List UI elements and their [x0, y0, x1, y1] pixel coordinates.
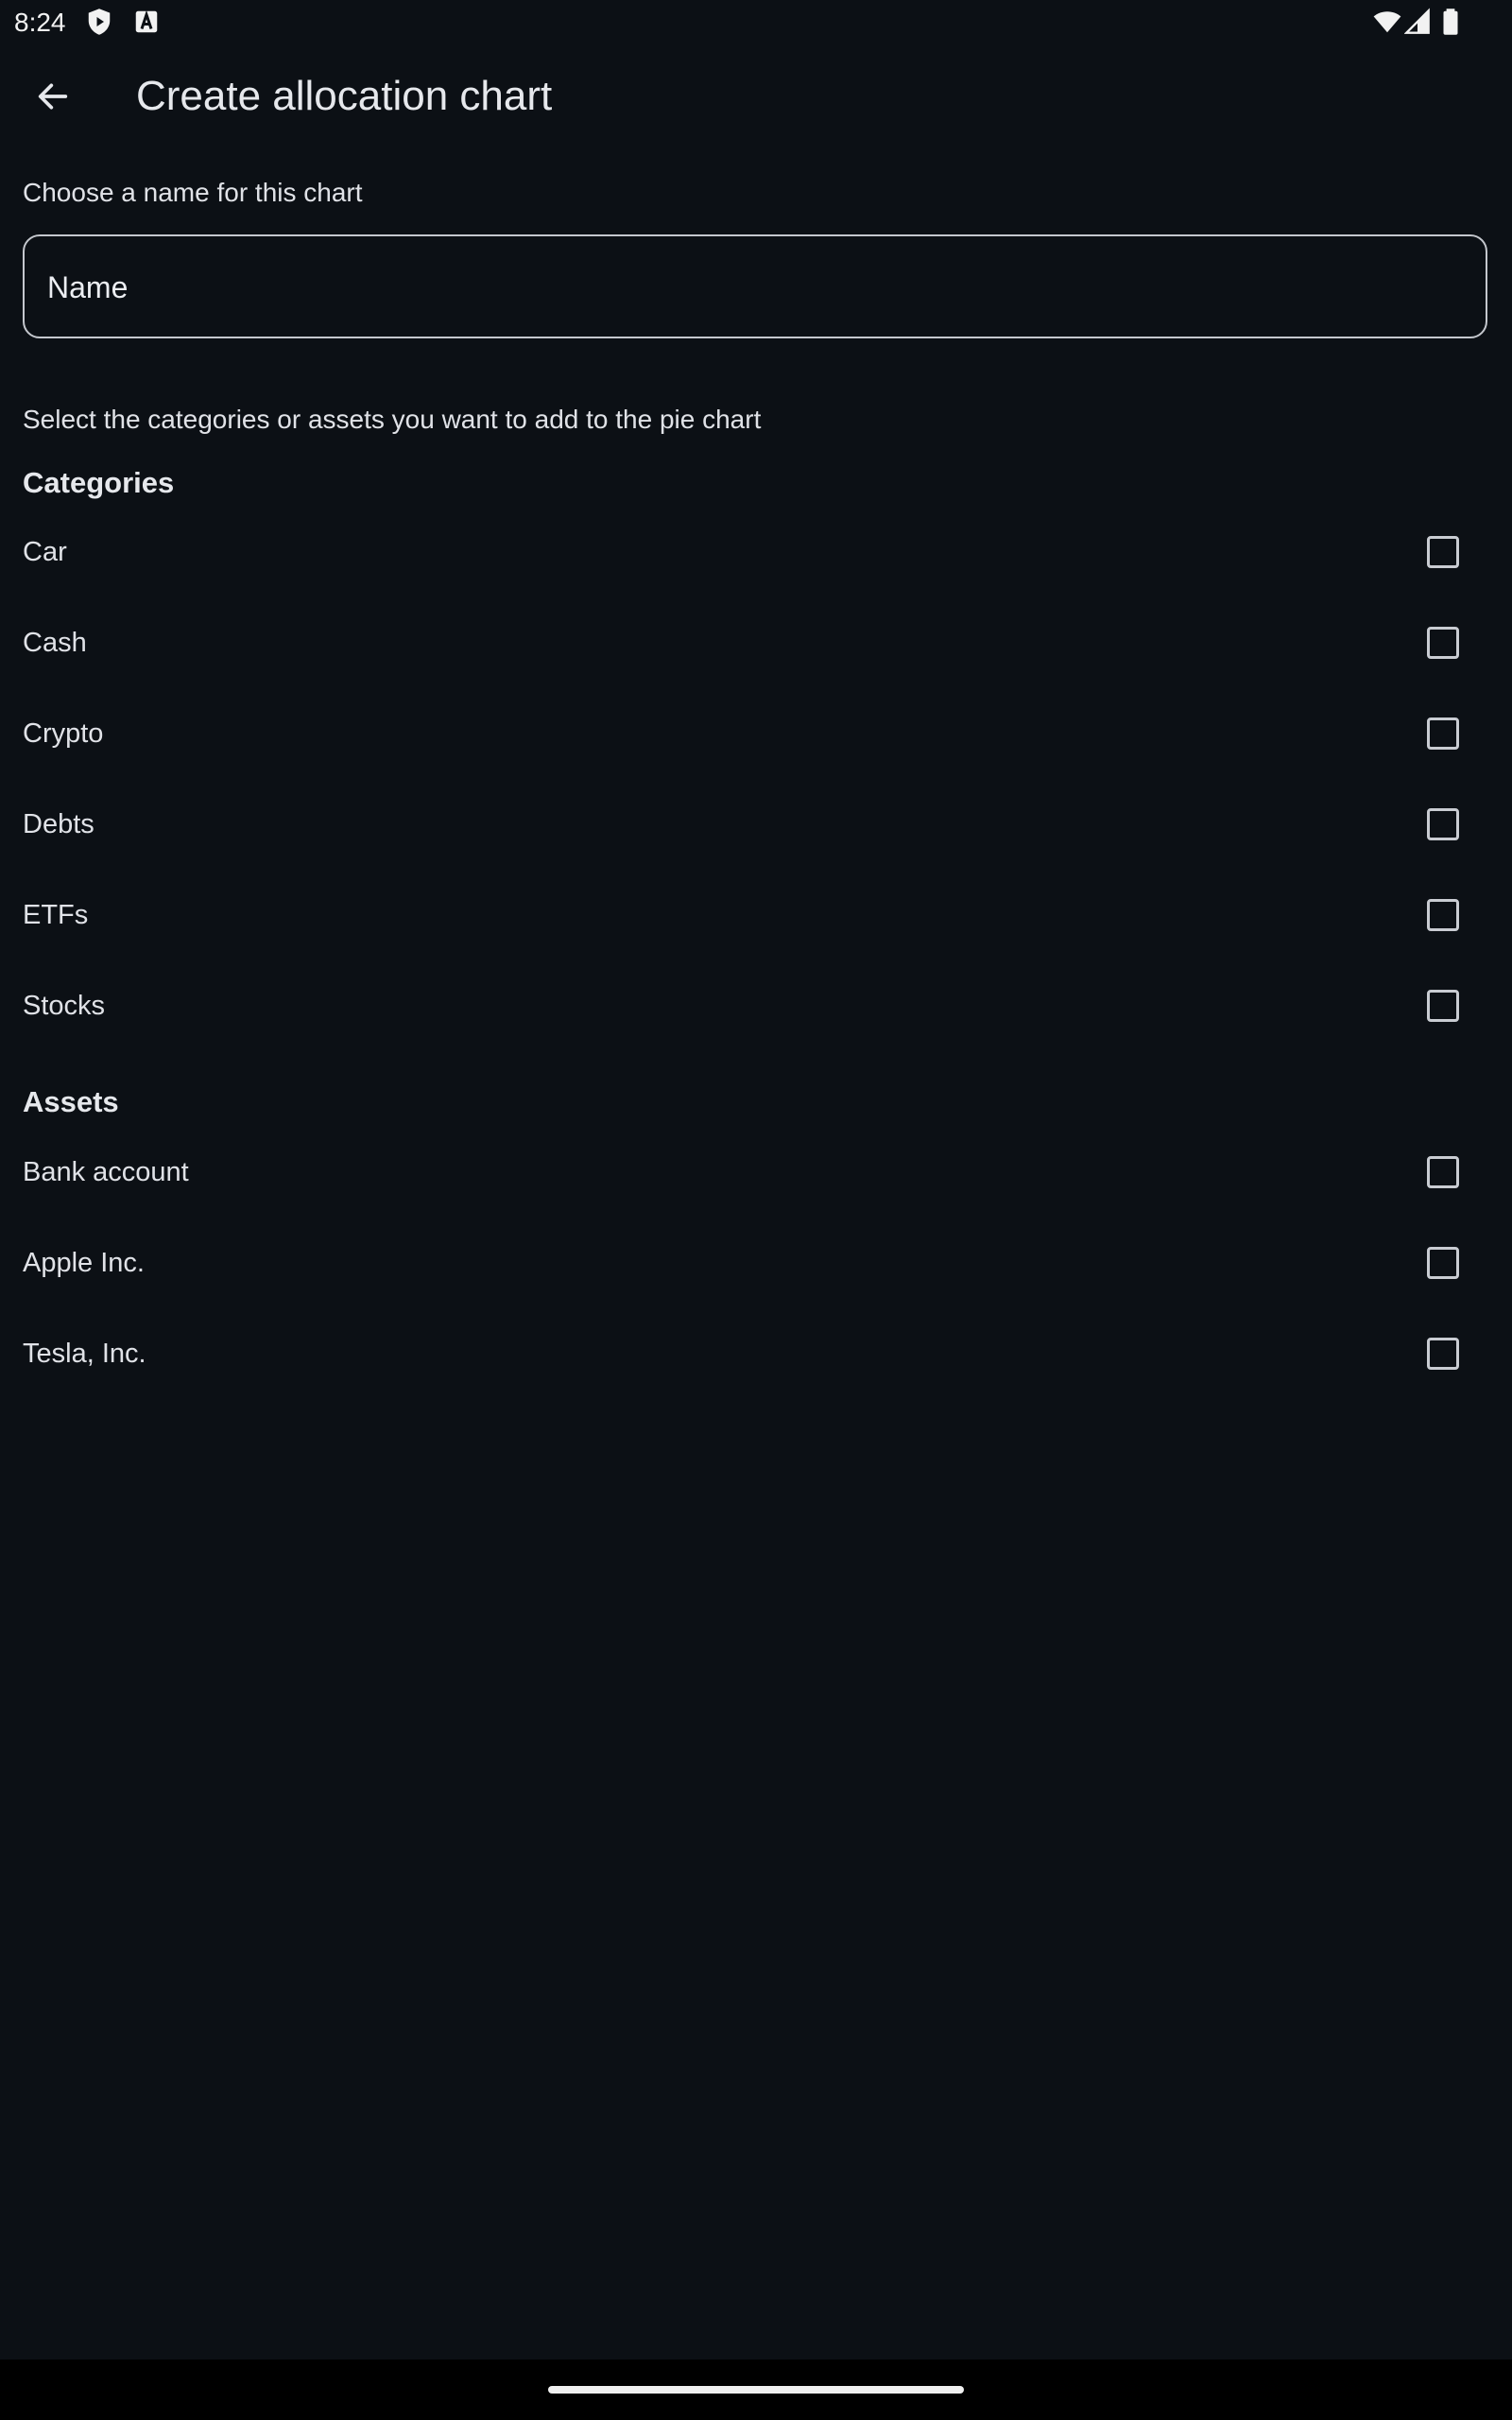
category-label: Crypto — [23, 718, 104, 749]
navigation-bar — [0, 2360, 1512, 2420]
category-label: Car — [23, 537, 67, 567]
app-bar: Create allocation chart — [0, 47, 1512, 147]
name-prompt: Choose a name for this chart — [23, 178, 363, 207]
category-row-etfs[interactable]: ETFs — [0, 870, 1512, 960]
category-checkbox[interactable] — [1427, 899, 1459, 931]
name-input[interactable] — [45, 236, 1448, 338]
category-row-crypto[interactable]: Crypto — [0, 688, 1512, 779]
select-prompt: Select the categories or assets you want… — [23, 405, 762, 434]
category-checkbox[interactable] — [1427, 808, 1459, 840]
name-field[interactable] — [23, 234, 1487, 338]
cell-signal-icon — [1403, 8, 1433, 36]
assets-heading: Assets — [23, 1085, 119, 1118]
wifi-icon — [1372, 8, 1401, 36]
asset-row-bank-account[interactable]: Bank account — [0, 1127, 1512, 1218]
category-label: Cash — [23, 628, 87, 658]
category-checkbox[interactable] — [1427, 990, 1459, 1022]
category-label: Debts — [23, 809, 94, 839]
gesture-handle[interactable] — [548, 2386, 964, 2394]
asset-row-apple[interactable]: Apple Inc. — [0, 1218, 1512, 1308]
asset-checkbox[interactable] — [1427, 1338, 1459, 1370]
page-title: Create allocation chart — [136, 73, 553, 119]
category-label: Stocks — [23, 991, 106, 1021]
category-row-debts[interactable]: Debts — [0, 779, 1512, 870]
asset-label: Apple Inc. — [23, 1248, 145, 1278]
asset-label: Bank account — [23, 1157, 189, 1187]
shield-play-icon — [85, 8, 113, 36]
back-button[interactable] — [23, 68, 83, 129]
category-checkbox[interactable] — [1427, 627, 1459, 659]
text-a-icon — [132, 8, 161, 36]
category-row-stocks[interactable]: Stocks — [0, 960, 1512, 1051]
category-row-cash[interactable]: Cash — [0, 597, 1512, 688]
asset-label: Tesla, Inc. — [23, 1339, 146, 1369]
category-checkbox[interactable] — [1427, 536, 1459, 568]
asset-checkbox[interactable] — [1427, 1156, 1459, 1188]
asset-checkbox[interactable] — [1427, 1247, 1459, 1279]
status-bar: 8:24 — [0, 0, 1512, 45]
asset-row-tesla[interactable]: Tesla, Inc. — [0, 1308, 1512, 1399]
category-label: ETFs — [23, 900, 89, 930]
category-row-car[interactable]: Car — [0, 507, 1512, 597]
category-checkbox[interactable] — [1427, 717, 1459, 750]
arrow-back-icon — [34, 78, 72, 120]
categories-heading: Categories — [23, 466, 175, 499]
status-time: 8:24 — [14, 8, 66, 37]
battery-icon — [1436, 8, 1465, 36]
